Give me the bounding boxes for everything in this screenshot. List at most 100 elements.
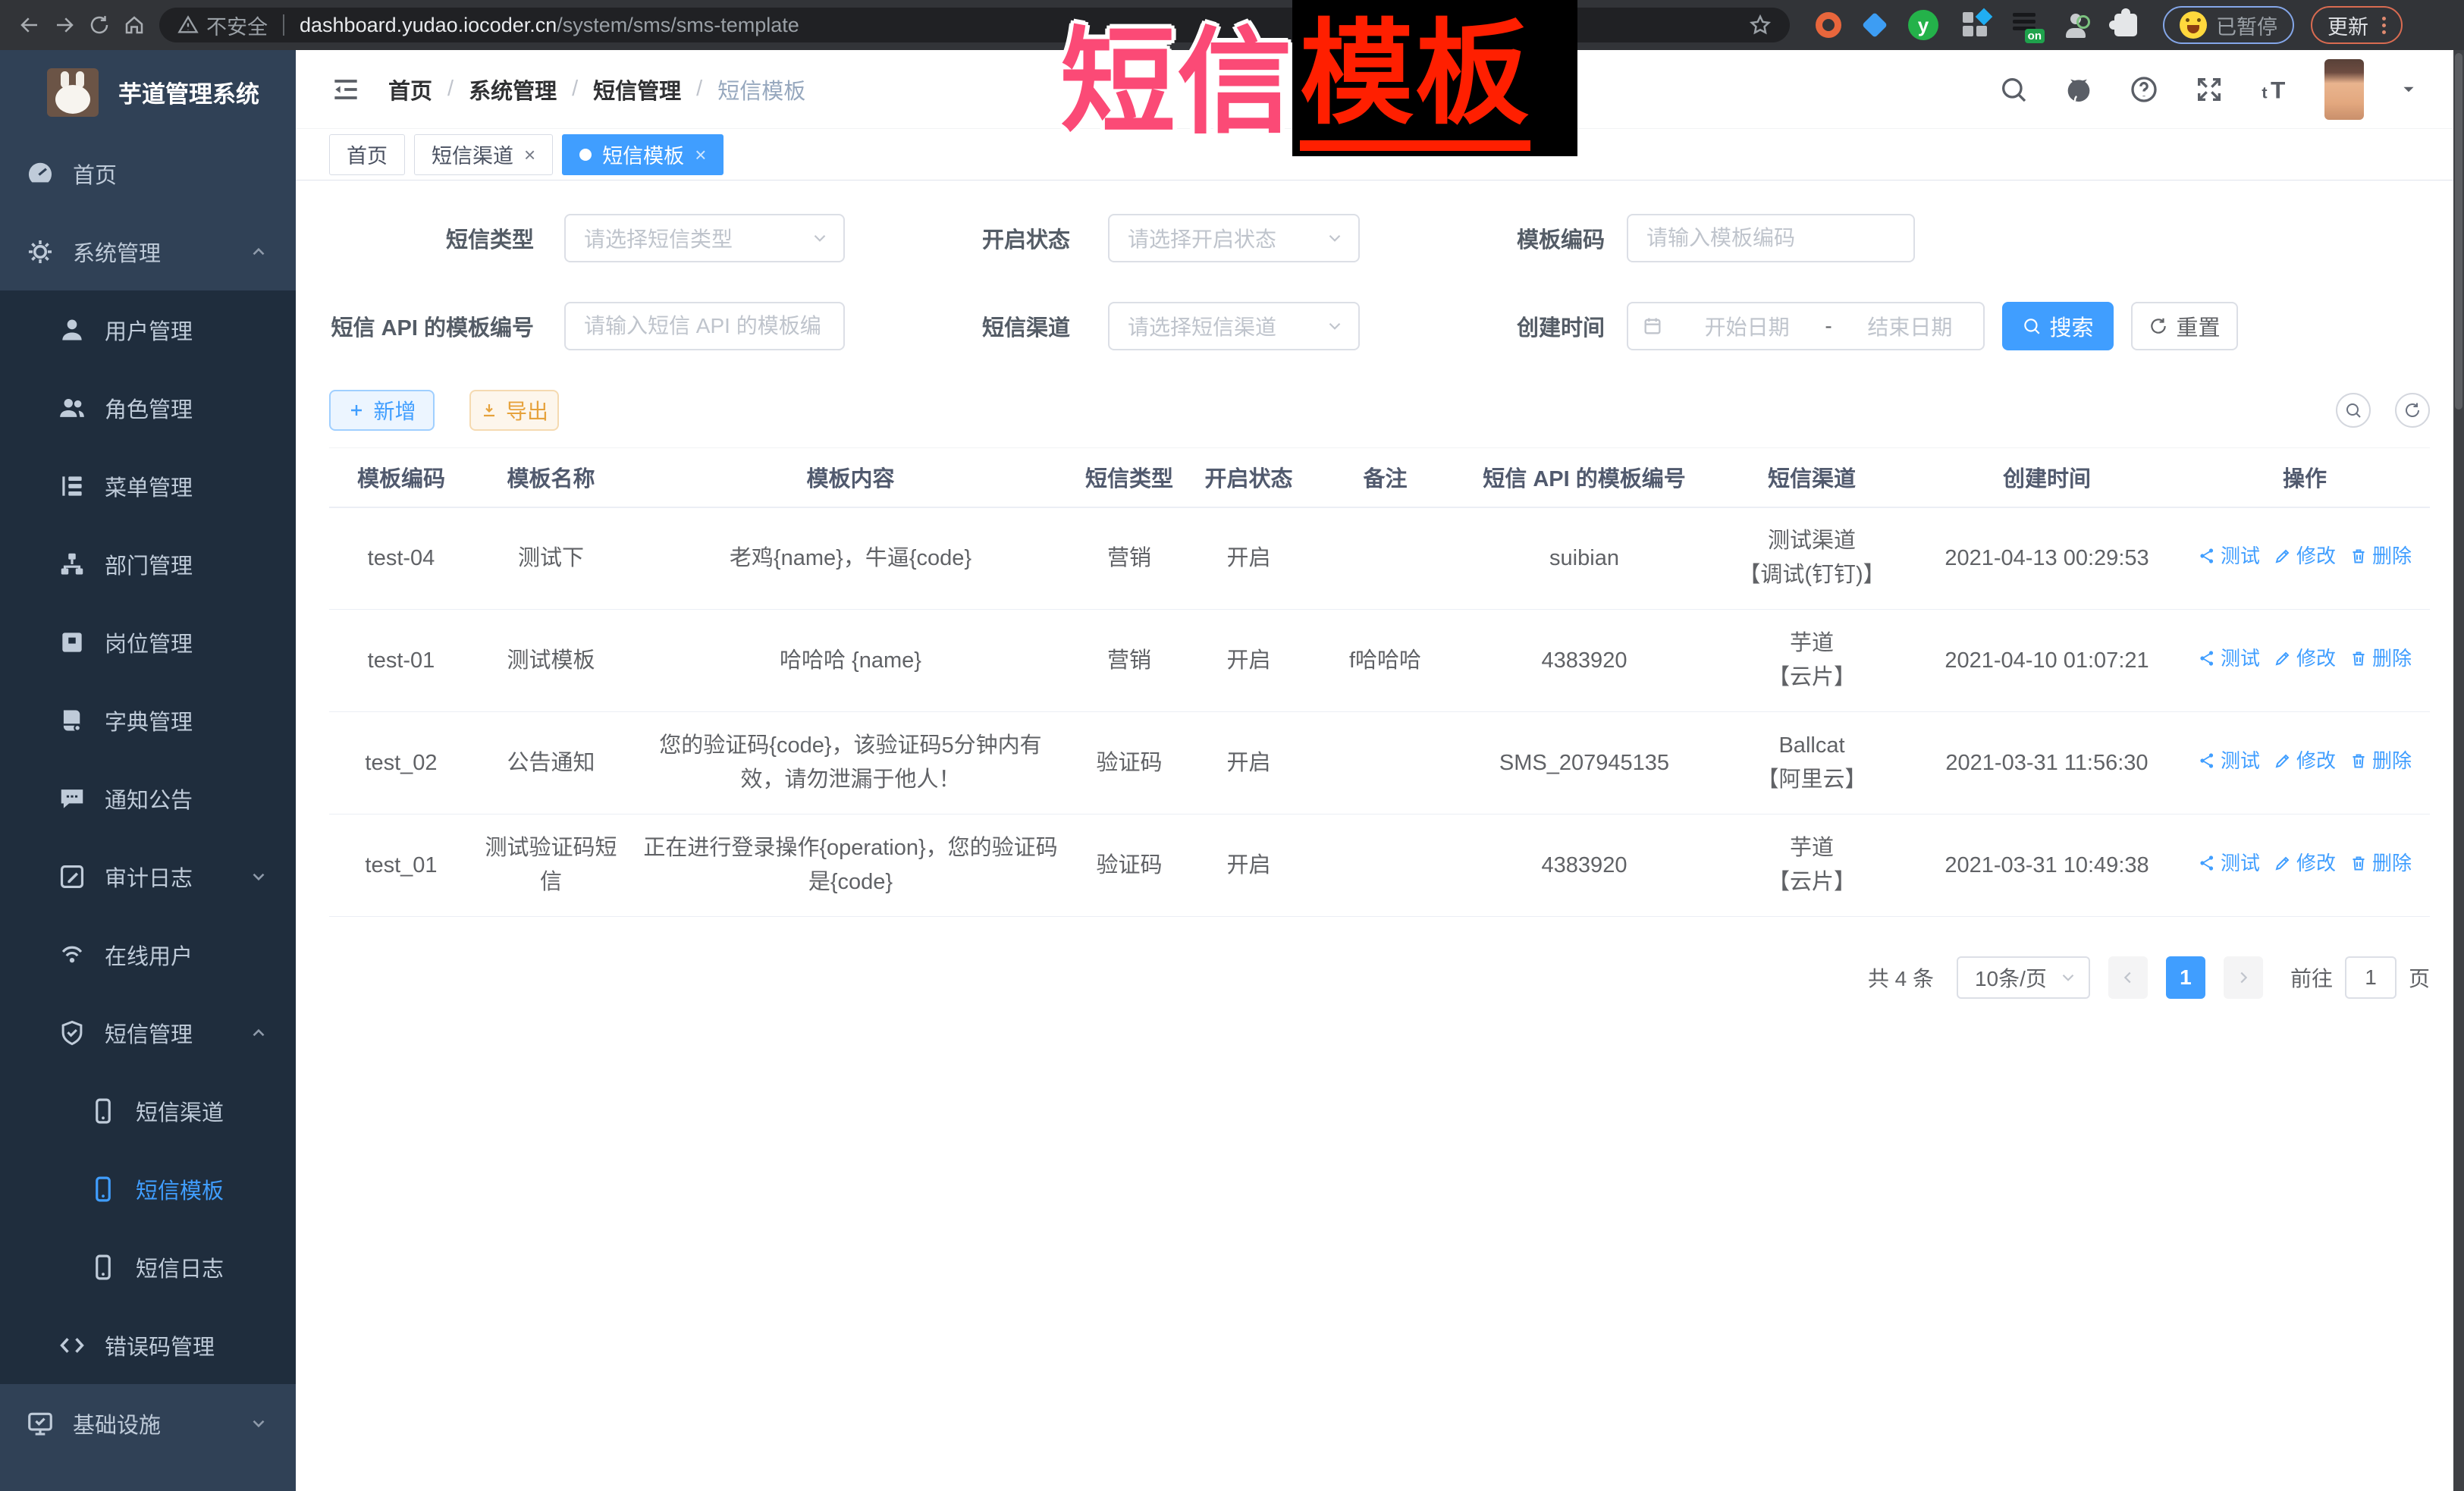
extension-grid-icon[interactable] [1963, 12, 1988, 38]
user-avatar[interactable] [2324, 59, 2364, 120]
extension-blue-gem-icon[interactable] [1862, 12, 1888, 38]
delete-link[interactable]: 删除 [2349, 541, 2412, 571]
sidebar-item-错误码管理[interactable]: 错误码管理 [0, 1306, 296, 1384]
page-size-select[interactable]: 10条/页 [1957, 956, 2090, 999]
test-link[interactable]: 测试 [2198, 746, 2260, 776]
sidebar-item-用户管理[interactable]: 用户管理 [0, 290, 296, 369]
browser-reload-icon[interactable] [82, 8, 117, 42]
sidebar-item-在线用户[interactable]: 在线用户 [0, 915, 296, 993]
sidebar-item-基础设施[interactable]: 基础设施 [0, 1384, 296, 1462]
browser-menu-icon[interactable] [2382, 17, 2386, 34]
extension-orange-ring-icon[interactable] [1816, 12, 1841, 38]
tag-tab-短信模板[interactable]: 短信模板× [562, 134, 724, 175]
edit-link[interactable]: 修改 [2274, 746, 2336, 776]
reset-button[interactable]: 重置 [2131, 302, 2238, 350]
search-icon[interactable] [1998, 74, 2029, 105]
font-size-icon[interactable]: tT [2259, 74, 2290, 105]
breadcrumb-item[interactable]: 系统管理 [469, 74, 557, 105]
test-link[interactable]: 测试 [2198, 643, 2260, 673]
help-icon[interactable] [2129, 74, 2159, 105]
sidebar-item-角色管理[interactable]: 角色管理 [0, 369, 296, 447]
start-date-placeholder[interactable]: 开始日期 [1674, 311, 1820, 341]
close-tab-icon[interactable]: × [695, 145, 706, 165]
sidebar-item-部门管理[interactable]: 部门管理 [0, 525, 296, 603]
table-row: test_02公告通知您的验证码{code}，该验证码5分钟内有效，请勿泄漏于他… [329, 712, 2430, 815]
sidebar-item-岗位管理[interactable]: 岗位管理 [0, 603, 296, 681]
browser-home-icon[interactable] [117, 8, 152, 42]
extensions-puzzle-icon[interactable] [2114, 14, 2137, 36]
api-template-id-input[interactable] [566, 314, 843, 338]
template-code-input[interactable] [1628, 226, 1913, 250]
sidebar-item-菜单管理[interactable]: 菜单管理 [0, 447, 296, 525]
search-button[interactable]: 搜索 [2002, 302, 2114, 350]
github-icon[interactable] [2064, 74, 2094, 105]
extension-person-lens-icon[interactable] [2064, 12, 2090, 38]
users-icon [58, 394, 86, 422]
sidebar-item-字典管理[interactable]: 字典管理 [0, 681, 296, 759]
browser-update-button[interactable]: 更新 [2311, 6, 2403, 44]
sidebar-item-label: 部门管理 [105, 548, 193, 580]
edit-icon [2274, 752, 2292, 770]
active-tab-dot [579, 149, 592, 161]
edit-link[interactable]: 修改 [2274, 541, 2336, 571]
extension-row: y on [1816, 10, 2137, 40]
sidebar-item-系统管理[interactable]: 系统管理 [0, 212, 296, 290]
create-time-range-picker[interactable]: 开始日期 - 结束日期 [1627, 302, 1985, 350]
page-scrollbar[interactable] [2453, 50, 2464, 1491]
sidebar-item-通知公告[interactable]: 通知公告 [0, 759, 296, 837]
chevron-down-icon[interactable] [2399, 80, 2418, 99]
paused-profile-badge[interactable]: 已暂停 [2163, 6, 2294, 44]
column-header-操作: 操作 [2180, 448, 2430, 507]
user-icon [58, 315, 86, 344]
cell-channel: Ballcat 【阿里云】 [1709, 712, 1914, 815]
goto-page-input[interactable] [2345, 956, 2397, 999]
tag-tab-短信渠道[interactable]: 短信渠道× [414, 134, 553, 175]
next-page-button[interactable] [2224, 956, 2263, 999]
bookmark-star-icon[interactable] [1749, 14, 1772, 36]
browser-back-icon[interactable] [12, 8, 47, 42]
edit-link[interactable]: 修改 [2274, 848, 2336, 878]
refresh-icon[interactable] [2395, 393, 2430, 428]
delete-link[interactable]: 删除 [2349, 643, 2412, 673]
export-button[interactable]: 导出 [469, 390, 559, 431]
fullscreen-icon[interactable] [2194, 74, 2224, 105]
dashboard-icon [26, 159, 55, 188]
column-header-模板编码: 模板编码 [329, 448, 473, 507]
test-link[interactable]: 测试 [2198, 541, 2260, 571]
channel-select[interactable]: 请选择短信渠道 [1108, 302, 1360, 350]
main-panel: 首页/系统管理/短信管理/短信模板 tT 首页短信渠道×短信模板× 短信类型 请… [296, 50, 2453, 1491]
breadcrumb-item[interactable]: 首页 [388, 74, 432, 105]
tag-tab-首页[interactable]: 首页 [329, 134, 405, 175]
extension-green-y-icon[interactable]: y [1908, 10, 1938, 40]
sms-type-select[interactable]: 请选择短信类型 [564, 214, 845, 262]
chevron-down-icon [1325, 316, 1345, 336]
end-date-placeholder[interactable]: 结束日期 [1837, 311, 1983, 341]
sidebar-item-短信渠道[interactable]: 短信渠道 [0, 1072, 296, 1150]
status-select[interactable]: 请选择开启状态 [1108, 214, 1360, 262]
sidebar-item-审计日志[interactable]: 审计日志 [0, 837, 296, 915]
test-link[interactable]: 测试 [2198, 848, 2260, 878]
sidebar-item-首页[interactable]: 首页 [0, 134, 296, 212]
url-bar[interactable]: 不安全 dashboard.yudao.iocoder.cn /system/s… [159, 8, 1790, 42]
edit-link[interactable]: 修改 [2274, 643, 2336, 673]
sidebar-item-短信管理[interactable]: 短信管理 [0, 993, 296, 1072]
delete-link[interactable]: 删除 [2349, 848, 2412, 878]
sidebar-fold-icon[interactable] [329, 73, 363, 106]
current-page[interactable]: 1 [2166, 956, 2205, 999]
close-tab-icon[interactable]: × [524, 145, 535, 165]
cell-name: 公告通知 [473, 712, 629, 815]
app-logo-row[interactable]: 芋道管理系统 [0, 50, 296, 134]
cell-name: 测试验证码短信 [473, 815, 629, 917]
add-button[interactable]: 新增 [329, 390, 435, 431]
toggle-search-icon[interactable] [2336, 393, 2371, 428]
sidebar-item-短信模板[interactable]: 短信模板 [0, 1150, 296, 1228]
prev-page-button[interactable] [2108, 956, 2148, 999]
sidebar-item-label: 首页 [73, 158, 117, 190]
breadcrumb-item[interactable]: 短信管理 [593, 74, 681, 105]
sidebar-item-短信日志[interactable]: 短信日志 [0, 1228, 296, 1306]
extension-list-on-icon[interactable]: on [2013, 11, 2040, 39]
delete-link[interactable]: 删除 [2349, 746, 2412, 776]
browser-forward-icon[interactable] [47, 8, 82, 42]
book-icon [58, 706, 86, 735]
online-icon [58, 940, 86, 969]
